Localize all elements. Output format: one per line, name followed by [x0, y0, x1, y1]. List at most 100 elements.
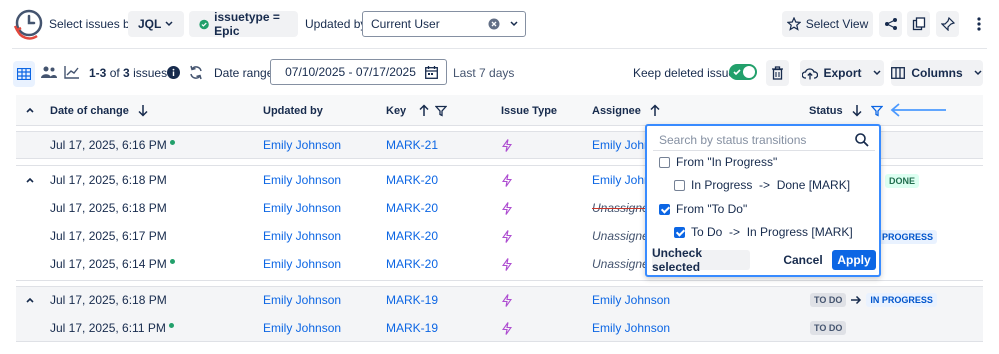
column-date-header[interactable]: Date of change: [50, 95, 149, 126]
updated-by-link[interactable]: Emily Johnson: [263, 138, 341, 152]
updated-by-value: Current User: [371, 17, 440, 31]
updated-by-link[interactable]: Emily Johnson: [263, 257, 341, 271]
change-date: Jul 17, 2025, 6:11 PM: [50, 321, 174, 335]
column-key-label: Key: [386, 104, 407, 117]
issue-key-link[interactable]: MARK-19: [386, 321, 438, 335]
cancel-button[interactable]: Cancel: [780, 250, 826, 270]
export-label: Export: [823, 66, 862, 80]
more-vertical-icon: [977, 17, 981, 31]
table-header: Date of change Updated by Key Issue Type…: [16, 95, 983, 126]
filter-icon[interactable]: [435, 105, 448, 117]
column-status-header[interactable]: Status: [809, 95, 883, 126]
share-button[interactable]: [879, 11, 902, 37]
updated-by-link[interactable]: Emily Johnson: [263, 173, 341, 187]
refresh-icon[interactable]: [189, 65, 203, 80]
grid-icon: [17, 68, 31, 80]
option-label: From "In Progress": [676, 155, 778, 169]
star-icon: [786, 17, 801, 31]
option-checkbox[interactable]: [674, 180, 685, 191]
jql-label: JQL: [138, 17, 162, 31]
toolbar-divider: [12, 48, 987, 49]
option-checkbox[interactable]: [659, 157, 670, 168]
sort-desc-icon[interactable]: [851, 104, 863, 117]
copy-button[interactable]: [907, 11, 930, 37]
select-view-button[interactable]: Select View: [782, 11, 873, 37]
updated-by-label: Updated by:: [305, 17, 370, 31]
new-indicator-icon: [168, 323, 174, 328]
count-range: 1-3: [89, 66, 107, 80]
share-icon: [884, 18, 897, 30]
epic-icon: [502, 230, 512, 243]
updated-by-link[interactable]: Emily Johnson: [263, 229, 341, 243]
arrow-left-icon: [890, 103, 946, 117]
chart-icon[interactable]: [64, 65, 80, 79]
issue-key-link[interactable]: MARK-20: [386, 173, 438, 187]
grid-view-button[interactable]: [13, 61, 35, 87]
assignee-link[interactable]: Emily Johnson: [592, 293, 670, 307]
column-issue-type-header[interactable]: Issue Type: [501, 95, 557, 126]
updated-by-select[interactable]: Current User: [362, 11, 526, 37]
issue-count: 1-3 of 3 issues: [89, 66, 167, 80]
change-date: Jul 17, 2025, 6:18 PM: [50, 201, 167, 215]
issue-key-link[interactable]: MARK-20: [386, 201, 438, 215]
delete-history-button[interactable]: [766, 60, 789, 86]
column-assignee-header[interactable]: Assignee: [592, 95, 661, 126]
filter-icon[interactable]: [870, 105, 883, 117]
column-updated-by-header[interactable]: Updated by: [263, 95, 323, 126]
status-transition: TO DO IN PROGRESS: [810, 293, 937, 307]
change-date: Jul 17, 2025, 6:14 PM: [50, 257, 175, 271]
filter-chip[interactable]: issuetype = Epic: [189, 10, 298, 38]
option-checkbox[interactable]: [659, 204, 670, 215]
chevron-down-icon: [165, 21, 173, 27]
sort-asc-icon[interactable]: [418, 104, 430, 117]
issue-key-link[interactable]: MARK-19: [386, 293, 438, 307]
epic-icon: [502, 174, 512, 187]
issue-key-link[interactable]: MARK-20: [386, 229, 438, 243]
status-from-lozenge: TO DO: [810, 293, 847, 307]
clear-icon[interactable]: [488, 18, 500, 30]
toggle-knob: [743, 66, 755, 78]
change-date: Jul 17, 2025, 6:17 PM: [50, 229, 167, 243]
column-issue-type-label: Issue Type: [501, 104, 558, 117]
updated-by-link[interactable]: Emily Johnson: [263, 321, 341, 335]
date-range-label: Date range:: [214, 66, 277, 80]
collapse-icon[interactable]: [25, 296, 35, 304]
chevron-down-icon: [872, 70, 881, 76]
users-icon[interactable]: [41, 66, 57, 78]
status-search-input[interactable]: Search by status transitions: [653, 129, 875, 151]
info-icon[interactable]: [167, 66, 180, 79]
status-lozenge: DONE: [885, 174, 920, 188]
sort-desc-icon[interactable]: [137, 104, 149, 117]
apply-button[interactable]: Apply: [832, 250, 876, 270]
jql-dropdown[interactable]: JQL: [128, 11, 184, 37]
option-checkbox[interactable]: [674, 227, 685, 238]
uncheck-selected-button[interactable]: Uncheck selected: [652, 246, 750, 274]
collapse-icon[interactable]: [25, 176, 35, 184]
pin-icon: [940, 17, 955, 31]
column-assignee-label: Assignee: [592, 104, 641, 117]
keep-deleted-label: Keep deleted issues: [633, 66, 742, 80]
columns-icon: [891, 67, 906, 79]
status-lozenge: PROGRESS: [878, 230, 938, 244]
updated-by-link[interactable]: Emily Johnson: [263, 201, 341, 215]
issue-key-link[interactable]: MARK-21: [386, 138, 438, 152]
collapse-all-icon[interactable]: [25, 106, 35, 114]
date-range-input[interactable]: 07/10/2025 - 07/17/2025: [270, 59, 447, 85]
epic-icon: [502, 258, 512, 271]
select-by-label: Select issues by:: [49, 17, 140, 31]
issue-key-link[interactable]: MARK-20: [386, 257, 438, 271]
more-button[interactable]: [968, 11, 990, 37]
columns-label: Columns: [911, 66, 963, 80]
sort-asc-icon[interactable]: [649, 104, 661, 117]
column-key-header[interactable]: Key: [386, 95, 448, 126]
calendar-icon[interactable]: [425, 66, 438, 79]
columns-button[interactable]: Columns: [891, 60, 983, 86]
keep-deleted-toggle[interactable]: [729, 64, 757, 80]
count-total: 3: [123, 66, 130, 80]
export-button[interactable]: Export: [800, 60, 884, 86]
table-row: Jul 17, 2025, 6:11 PM Emily Johnson MARK…: [16, 314, 983, 342]
updated-by-link[interactable]: Emily Johnson: [263, 293, 341, 307]
column-date-label: Date of change: [50, 104, 129, 117]
assignee-link[interactable]: Emily Johnson: [592, 321, 670, 335]
pin-button[interactable]: [936, 11, 959, 37]
